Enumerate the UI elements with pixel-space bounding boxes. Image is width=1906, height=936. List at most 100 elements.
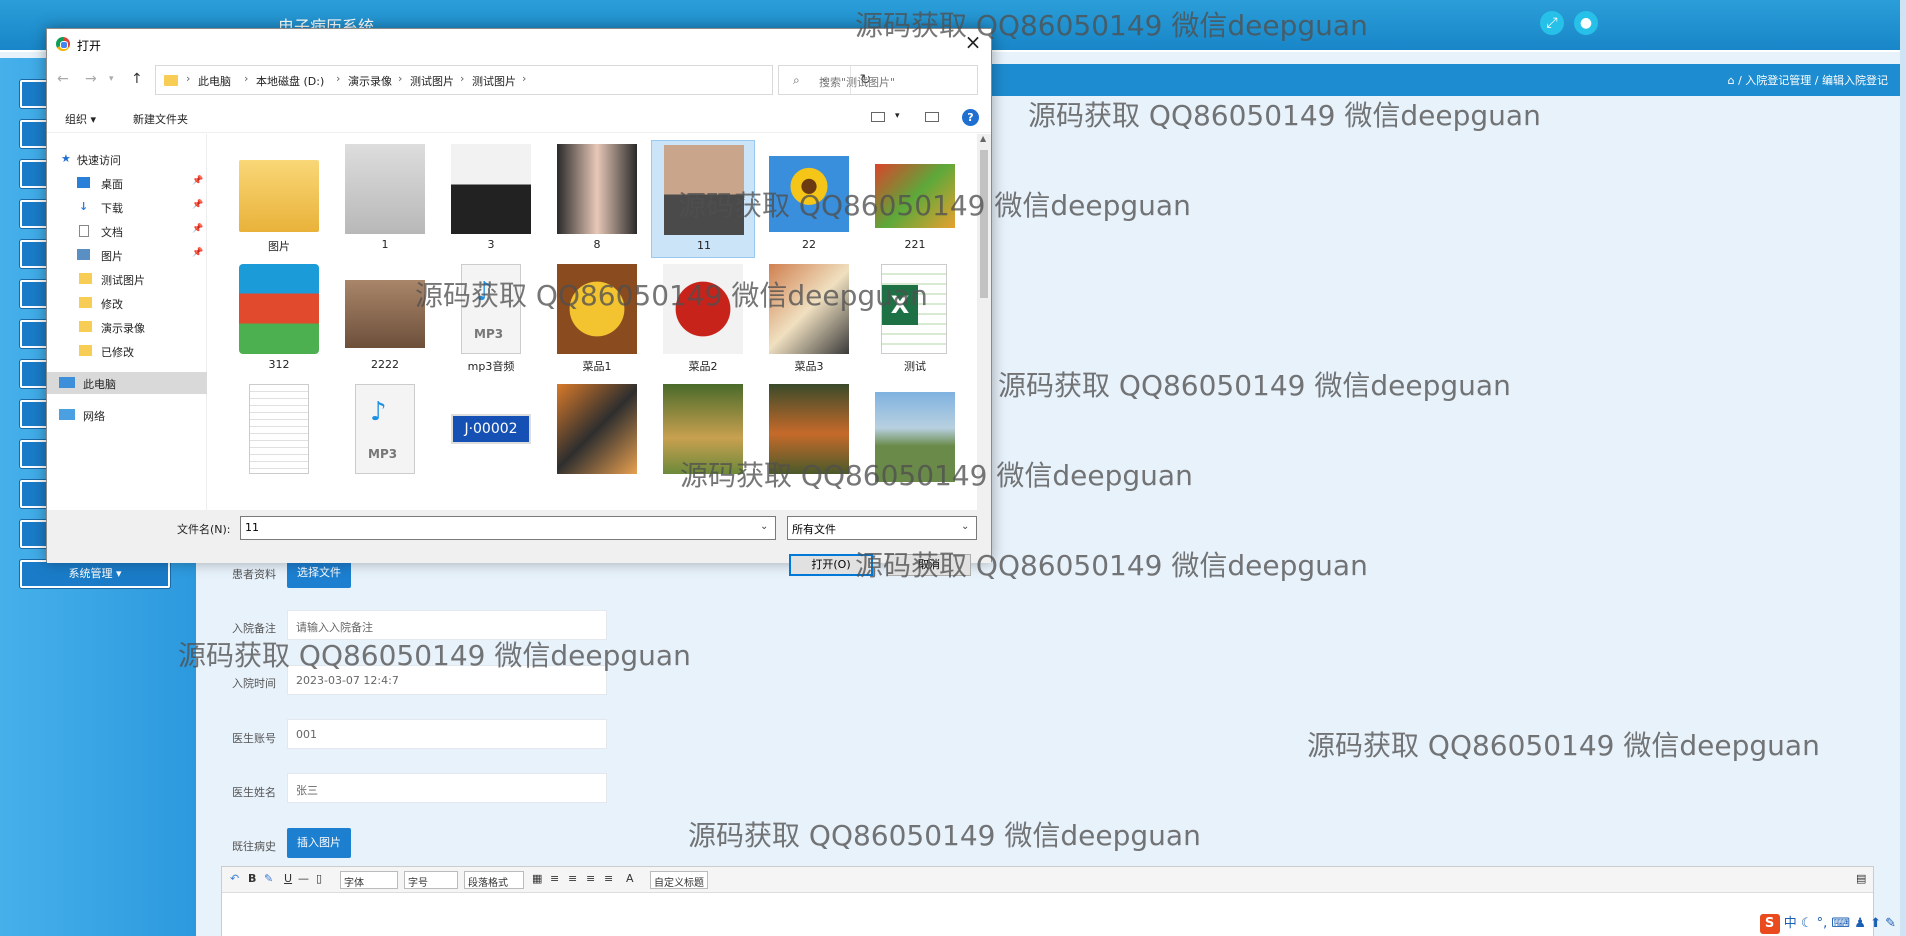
doctor-account-input[interactable]: 001 — [287, 719, 607, 749]
file-type-select[interactable]: 所有文件 — [787, 516, 977, 540]
font-size-select[interactable]: 字号 — [404, 871, 458, 889]
recent-dropdown-icon[interactable]: ▾ — [109, 74, 114, 84]
nav-item-folder[interactable]: 已修改 — [47, 340, 207, 362]
file-item[interactable] — [863, 380, 967, 498]
file-item[interactable]: 3 — [439, 140, 543, 258]
organize-button[interactable]: 组织 ▾ — [65, 111, 96, 127]
path-segment[interactable]: 演示录像 — [348, 73, 392, 89]
sogou-ime-icon[interactable]: S — [1759, 914, 1780, 934]
path-segment[interactable]: 测试图片 — [410, 73, 454, 89]
nav-item-this-pc[interactable]: 此电脑 — [47, 372, 207, 394]
folder-icon — [164, 75, 178, 86]
align-left-icon[interactable]: ≡ — [550, 872, 559, 885]
nav-item-folder[interactable]: 演示录像 — [47, 316, 207, 338]
file-item[interactable]: 1 — [333, 140, 437, 258]
filename-dropdown-icon[interactable]: ⌄ — [760, 521, 768, 532]
back-arrow-icon[interactable]: ← — [57, 71, 69, 87]
address-bar[interactable]: › 此电脑 › 本地磁盘 (D:) › 演示录像 › 测试图片 › 测试图片 ›… — [155, 65, 871, 95]
fullscreen-icon[interactable]: ⤢ — [1540, 11, 1564, 35]
pin-icon[interactable]: 📌 — [192, 248, 203, 258]
breadcrumb[interactable]: ⌂ / 入院登记管理 / 编辑入院登记 — [1728, 72, 1888, 88]
nav-item-documents[interactable]: 文档 📌 — [47, 220, 207, 242]
nav-item-pictures[interactable]: 图片 📌 — [47, 244, 207, 266]
font-family-select[interactable]: 字体 — [340, 871, 398, 889]
file-item[interactable]: 8 — [545, 140, 649, 258]
nav-item-folder[interactable]: 修改 — [47, 292, 207, 314]
undo-icon[interactable]: ↶ — [230, 872, 239, 885]
file-item[interactable] — [757, 380, 861, 498]
horizontal-rule-icon[interactable]: — — [298, 872, 309, 885]
path-segment[interactable]: 此电脑 — [198, 73, 231, 89]
file-item[interactable]: 312 — [227, 260, 331, 378]
search-input[interactable]: ⌕ 搜索"测试图片" — [778, 65, 978, 95]
file-item[interactable] — [227, 380, 331, 498]
file-item[interactable]: J·00002 — [439, 380, 543, 498]
remark-input[interactable]: 请输入入院备注 — [287, 610, 607, 640]
file-item-selected[interactable]: 11 — [651, 140, 755, 258]
file-name: 3 — [487, 238, 495, 251]
rich-text-editor[interactable]: ↶ B ✎ U — ▯ 字体 字号 段落格式 ▦ ≡ ≡ ≡ ≡ A 自定义标题… — [221, 866, 1874, 936]
new-folder-button[interactable]: 新建文件夹 — [133, 111, 188, 127]
sidebar-item-system[interactable]: 系统管理 ▾ — [20, 560, 170, 588]
up-arrow-icon[interactable]: ↑ — [131, 71, 143, 87]
nav-item-quick-access[interactable]: ★ 快速访问 — [47, 148, 207, 170]
preview-pane-icon[interactable] — [925, 112, 939, 122]
file-item[interactable]: 22 — [757, 140, 861, 258]
open-button[interactable]: 打开(O) — [789, 554, 873, 576]
source-icon[interactable]: ▤ — [1856, 872, 1866, 885]
paragraph-select[interactable]: 段落格式 — [464, 871, 524, 889]
view-dropdown-icon[interactable]: ▾ — [895, 111, 900, 121]
pin-icon[interactable]: 📌 — [192, 224, 203, 234]
custom-title-select[interactable]: 自定义标题 — [650, 871, 708, 889]
nav-item-desktop[interactable]: 桌面 📌 — [47, 172, 207, 194]
user-icon[interactable]: ● — [1574, 11, 1598, 35]
cancel-button[interactable]: 取消 — [887, 554, 971, 576]
underline-icon[interactable]: U — [284, 872, 292, 885]
desktop-icon — [77, 177, 90, 188]
pin-icon[interactable]: 📌 — [192, 176, 203, 186]
nav-item-folder[interactable]: 测试图片 — [47, 268, 207, 290]
file-item[interactable]: 菜品1 — [545, 260, 649, 378]
scroll-up-icon[interactable]: ▲ — [980, 134, 986, 143]
path-segment[interactable]: 本地磁盘 (D:) — [256, 73, 324, 89]
pin-icon[interactable]: 📌 — [192, 200, 203, 210]
file-item[interactable]: X 测试 — [863, 260, 967, 378]
nav-item-downloads[interactable]: ↓ 下载 📌 — [47, 196, 207, 218]
path-segment[interactable]: 测试图片 — [472, 73, 516, 89]
file-item[interactable]: ♪ MP3 mp3音频 — [439, 260, 543, 378]
page-scrollbar[interactable] — [1900, 0, 1906, 936]
file-item[interactable]: 菜品2 — [651, 260, 755, 378]
close-icon[interactable]: × — [961, 31, 985, 55]
scrollbar-thumb[interactable] — [980, 150, 988, 298]
help-icon[interactable]: ? — [962, 109, 979, 126]
bold-icon[interactable]: B — [248, 872, 256, 885]
doctor-name-input[interactable]: 张三 — [287, 773, 607, 803]
nav-label: 文档 — [101, 226, 123, 239]
file-item[interactable]: 图片 — [227, 140, 331, 258]
view-mode-icon[interactable] — [871, 112, 885, 122]
file-name: 221 — [904, 238, 926, 251]
align-right-icon[interactable]: ≡ — [586, 872, 595, 885]
chrome-icon — [56, 37, 70, 51]
format-brush-icon[interactable]: ✎ — [264, 872, 273, 885]
file-item[interactable] — [651, 380, 755, 498]
file-type-dropdown-icon[interactable]: ⌄ — [961, 521, 969, 532]
filename-input[interactable]: 11 — [240, 516, 776, 540]
file-item[interactable]: 2222 — [333, 260, 437, 378]
file-item[interactable]: 221 — [863, 140, 967, 258]
forward-arrow-icon[interactable]: → — [85, 71, 97, 87]
font-color-icon[interactable]: A — [626, 872, 634, 885]
justify-icon[interactable]: ≡ — [604, 872, 613, 885]
tray-icons[interactable]: ☾ °, ⌨ ♟ ⬆ ✎ — [1801, 916, 1896, 931]
nav-item-network[interactable]: 网络 — [47, 404, 207, 426]
file-item[interactable]: ♪ MP3 — [333, 380, 437, 498]
insert-image-button[interactable]: 插入图片 — [287, 828, 351, 858]
admit-time-input[interactable]: 2023-03-07 12:4:7 — [287, 665, 607, 695]
file-item[interactable] — [545, 380, 649, 498]
file-list-scrollbar[interactable]: ▲ — [977, 134, 991, 510]
table-icon[interactable]: ▦ — [532, 872, 542, 885]
paste-icon[interactable]: ▯ — [316, 872, 322, 885]
file-item[interactable]: 菜品3 — [757, 260, 861, 378]
align-center-icon[interactable]: ≡ — [568, 872, 577, 885]
ime-mode[interactable]: 中 — [1784, 916, 1797, 931]
